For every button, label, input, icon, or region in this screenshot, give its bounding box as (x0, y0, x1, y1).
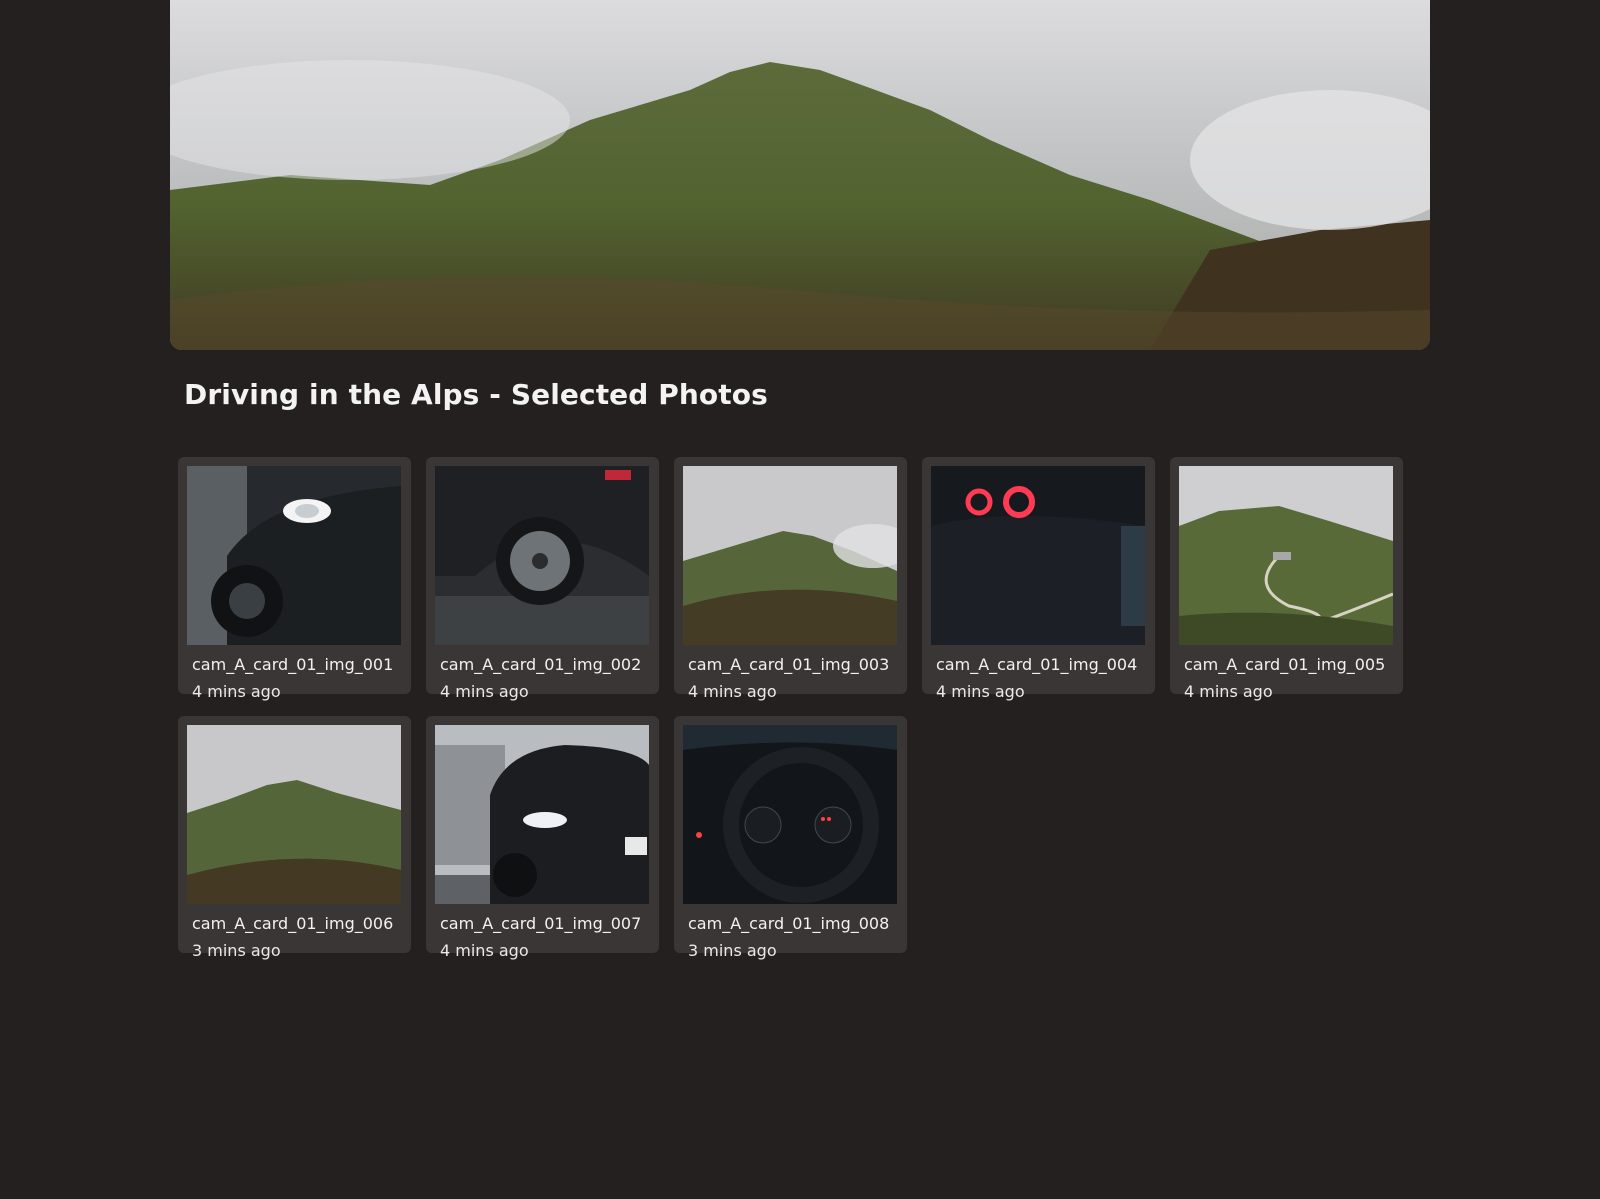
hero-image (170, 0, 1430, 350)
page-title: Driving in the Alps - Selected Photos (184, 378, 768, 411)
photo-filename: cam_A_card_01_img_006 (192, 914, 394, 933)
photo-timestamp: 4 mins ago (688, 682, 777, 701)
photo-thumbnail[interactable] (187, 466, 401, 645)
photo-filename: cam_A_card_01_img_003 (688, 655, 890, 674)
car-headlight-image (187, 466, 401, 645)
photo-thumbnail[interactable] (683, 466, 897, 645)
photo-thumbnail[interactable] (1179, 466, 1393, 645)
photo-filename: cam_A_card_01_img_004 (936, 655, 1138, 674)
photo-thumbnail[interactable] (435, 725, 649, 904)
photo-card[interactable]: cam_A_card_01_img_001 4 mins ago (178, 457, 411, 701)
photo-timestamp: 3 mins ago (192, 941, 281, 960)
photo-card[interactable]: cam_A_card_01_img_006 3 mins ago (178, 716, 411, 960)
photo-card[interactable]: cam_A_card_01_img_007 4 mins ago (426, 716, 659, 960)
photo-card[interactable]: cam_A_card_01_img_003 4 mins ago (674, 457, 907, 701)
photo-filename: cam_A_card_01_img_002 (440, 655, 642, 674)
photo-gallery-page: Driving in the Alps - Selected Photos ca… (0, 0, 1600, 1199)
car-taillight-image (931, 466, 1145, 645)
photo-filename: cam_A_card_01_img_001 (192, 655, 394, 674)
photo-filename: cam_A_card_01_img_005 (1184, 655, 1386, 674)
photo-timestamp: 3 mins ago (688, 941, 777, 960)
photo-card[interactable]: cam_A_card_01_img_005 4 mins ago (1170, 457, 1403, 701)
photo-card[interactable]: cam_A_card_01_img_002 4 mins ago (426, 457, 659, 701)
mountain-image (187, 725, 401, 904)
photo-timestamp: 4 mins ago (192, 682, 281, 701)
photo-thumbnail[interactable] (435, 466, 649, 645)
car-wheel-image (435, 466, 649, 645)
photo-thumbnail[interactable] (187, 725, 401, 904)
photo-filename: cam_A_card_01_img_008 (688, 914, 890, 933)
mountain-road-image (1179, 466, 1393, 645)
car-front-image (435, 725, 649, 904)
hero-mountain-illustration (170, 0, 1430, 350)
photo-thumbnail[interactable] (931, 466, 1145, 645)
dashboard-image (683, 725, 897, 904)
photo-card[interactable]: cam_A_card_01_img_008 3 mins ago (674, 716, 907, 960)
photo-timestamp: 4 mins ago (1184, 682, 1273, 701)
photo-timestamp: 4 mins ago (440, 682, 529, 701)
photo-filename: cam_A_card_01_img_007 (440, 914, 642, 933)
photo-timestamp: 4 mins ago (936, 682, 1025, 701)
photo-timestamp: 4 mins ago (440, 941, 529, 960)
photo-thumbnail[interactable] (683, 725, 897, 904)
photo-grid: cam_A_card_01_img_001 4 mins ago cam_A_c… (178, 457, 1418, 960)
photo-card[interactable]: cam_A_card_01_img_004 4 mins ago (922, 457, 1155, 701)
mountain-image (683, 466, 897, 645)
